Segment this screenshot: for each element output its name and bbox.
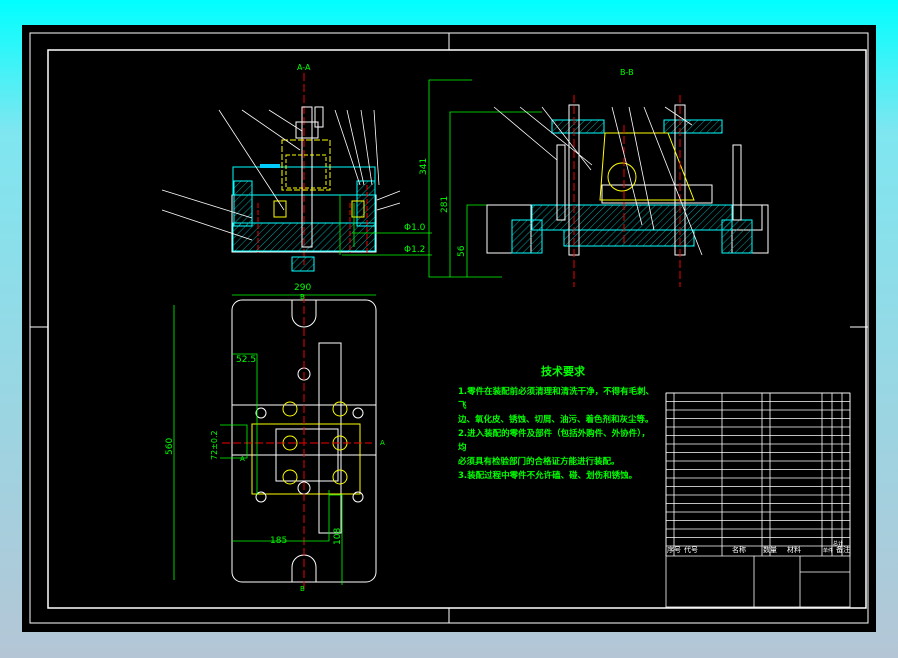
dim-560: 560 (165, 438, 175, 455)
dim-341: 341 (419, 158, 429, 175)
tech-line: 1.零件在装配前必须清理和清洗干净，不得有毛刺、飞 (458, 387, 655, 411)
dim-281: 281 (440, 196, 450, 213)
center-marks (30, 33, 868, 623)
dim-diameter-1: Φ1.0 (404, 223, 426, 233)
tech-line: 3.装配过程中零件不允许磕、碰、划伤和锈蚀。 (458, 471, 638, 481)
dim-52-5: 52.5 (236, 355, 256, 365)
section-b-label: B-B (620, 68, 634, 77)
dim-290: 290 (294, 283, 311, 293)
bom-header-cell: 数量 (763, 545, 777, 554)
dim-108: 108 (333, 528, 343, 545)
cut-mark-a-right: A (380, 439, 385, 447)
front-section-view: A-A Φ1.0 Φ1.2 (161, 63, 432, 272)
cad-drawing-canvas[interactable]: A-A Φ1.0 Φ1.2 B-B 341 281 56 290 560 52.… (22, 25, 876, 632)
tech-line: 边、氧化皮、锈蚀、切屑、油污、着色剂和灰尘等。 (458, 415, 654, 425)
bom-header: 序号 代号 名称 数量 材料 单件总计备注 (667, 540, 850, 554)
bom-header-cell: 单件 (823, 547, 833, 554)
cut-mark-b-top: B (300, 293, 305, 301)
drawing-sheet: A-A Φ1.0 Φ1.2 B-B 341 281 56 290 560 52.… (29, 32, 869, 624)
bom-header-cell: 备注 (836, 545, 850, 554)
cut-mark-a-left: A (240, 455, 245, 463)
title-block (665, 392, 851, 608)
dim-56: 56 (457, 245, 467, 257)
side-section-view: B-B 341 281 56 (419, 68, 769, 287)
outer-frame (29, 32, 869, 624)
bom-header-cell: 名称 (732, 545, 746, 554)
bom-header-cell: 材料 (787, 545, 801, 554)
tech-line: 2.进入装配的零件及部件（包括外购件、外协件），均 (458, 429, 650, 453)
bom-header-cell: 序号 (667, 545, 681, 554)
tech-line: 必须具有检验部门的合格证方能进行装配。 (458, 457, 620, 467)
dim-185: 185 (270, 536, 287, 546)
technical-requirements: 技术要求 1.零件在装配前必须清理和清洗干净，不得有毛刺、飞 边、氧化皮、锈蚀、… (458, 365, 658, 483)
bom-header-cell: 代号 (684, 545, 698, 554)
plan-view: 290 560 52.5 72±0.2 185 108 B B A A (165, 283, 385, 593)
dim-72-tolerance: 72±0.2 (210, 430, 219, 460)
dim-diameter-2: Φ1.2 (404, 245, 425, 255)
tech-title: 技术要求 (541, 365, 585, 378)
cut-mark-b-bottom: B (300, 585, 305, 593)
section-a-label: A-A (297, 63, 311, 72)
inner-frame (47, 49, 867, 609)
